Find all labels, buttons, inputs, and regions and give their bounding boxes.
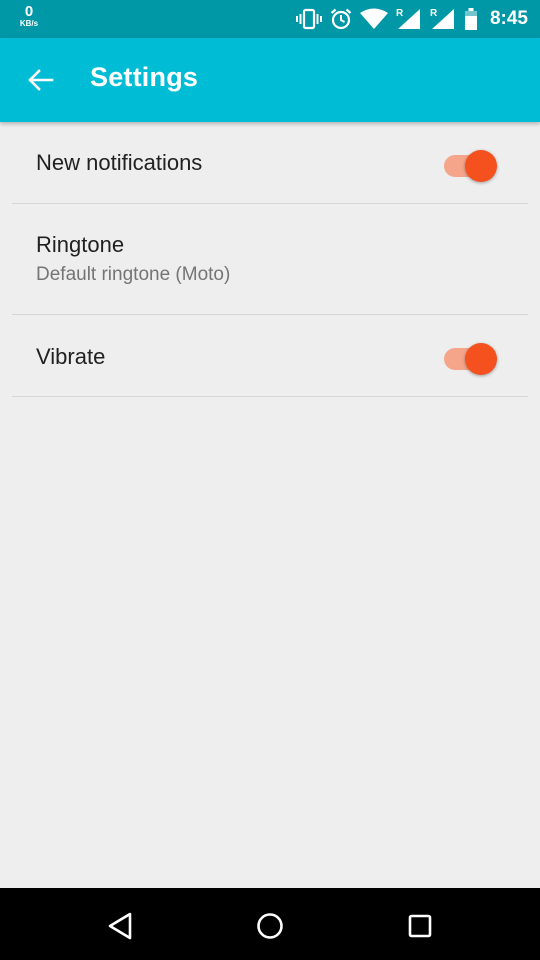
nav-recents-button[interactable] bbox=[400, 906, 440, 946]
new-notifications-toggle[interactable] bbox=[442, 147, 498, 182]
setting-title-vibrate: Vibrate bbox=[36, 344, 106, 369]
back-button[interactable] bbox=[20, 60, 62, 100]
page-title: Settings bbox=[90, 62, 199, 92]
vibrate-icon bbox=[295, 8, 322, 30]
status-bar: 0 KB/s R R 8:45 bbox=[0, 0, 540, 38]
vibrate-toggle[interactable] bbox=[442, 340, 498, 375]
setting-title-new-notifications: New notifications bbox=[36, 150, 203, 175]
signal-roaming-icon: R bbox=[430, 8, 456, 30]
nav-back-button[interactable] bbox=[100, 906, 140, 946]
navigation-bar bbox=[0, 888, 540, 960]
settings-list: New notifications Ringtone Default ringt… bbox=[0, 122, 540, 397]
status-icons: R R 8:45 bbox=[295, 0, 528, 38]
setting-subtitle-ringtone: Default ringtone (Moto) bbox=[36, 264, 231, 285]
signal-roaming-icon: R bbox=[396, 8, 422, 30]
nav-back-icon bbox=[108, 912, 132, 940]
nav-home-button[interactable] bbox=[250, 906, 290, 946]
wifi-icon bbox=[359, 8, 388, 30]
roaming-label: R bbox=[429, 8, 438, 19]
app-bar: Settings bbox=[0, 38, 540, 122]
switch-thumb bbox=[465, 343, 497, 375]
nav-recents-icon bbox=[408, 914, 432, 938]
setting-title-ringtone: Ringtone bbox=[36, 232, 125, 257]
network-speed-value: 0 bbox=[24, 3, 34, 20]
nav-home-icon bbox=[257, 913, 283, 939]
network-speed-indicator: 0 KB/s bbox=[14, 4, 44, 28]
arrow-back-icon bbox=[28, 69, 54, 91]
alarm-icon bbox=[330, 8, 352, 30]
roaming-label: R bbox=[395, 8, 404, 19]
status-time: 8:45 bbox=[489, 8, 528, 29]
switch-thumb bbox=[465, 150, 497, 182]
setting-ringtone[interactable] bbox=[0, 204, 540, 315]
battery-icon bbox=[464, 8, 478, 30]
network-speed-unit: KB/s bbox=[19, 19, 39, 28]
divider bbox=[12, 396, 528, 397]
